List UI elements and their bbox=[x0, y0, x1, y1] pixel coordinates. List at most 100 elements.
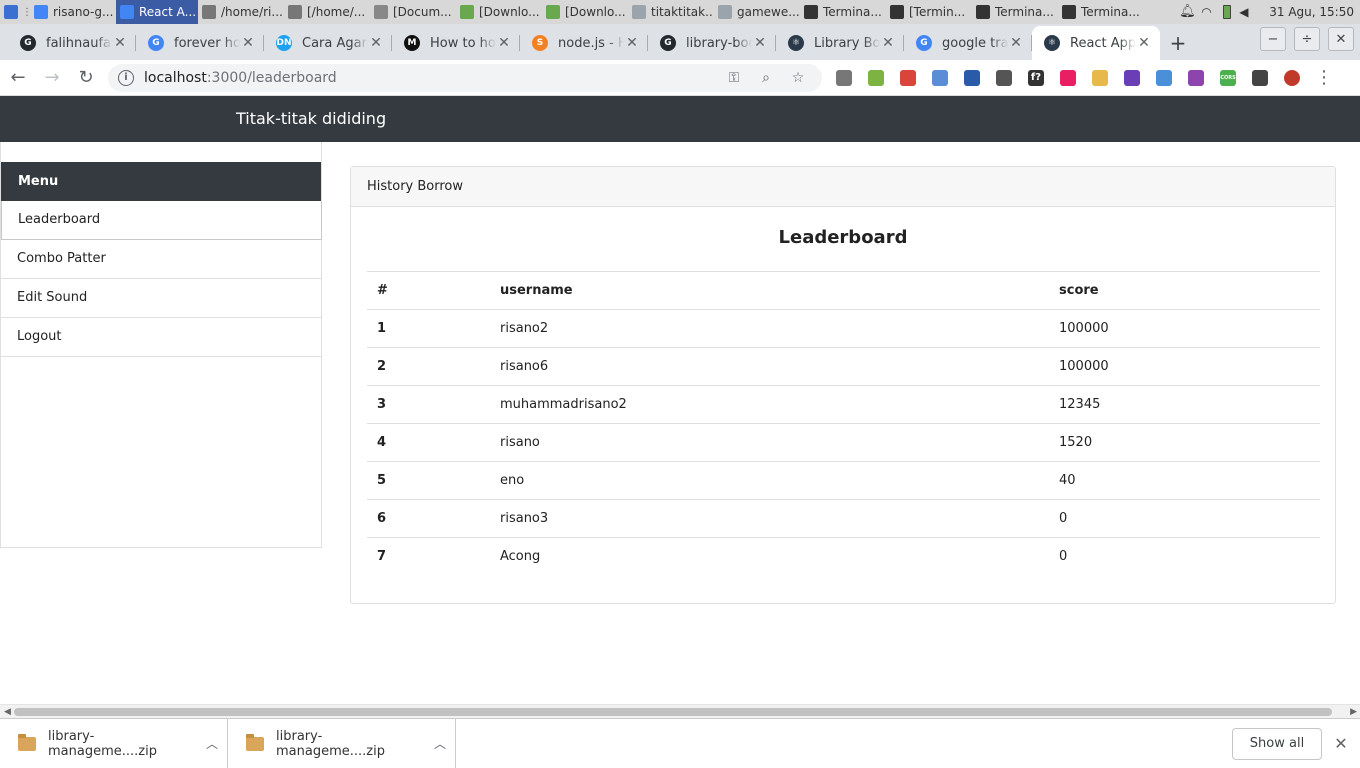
crosshair-extension-icon[interactable] bbox=[988, 64, 1020, 92]
url-text[interactable]: localhost:3000/leaderboard bbox=[144, 70, 718, 86]
tab-close-icon[interactable]: ✕ bbox=[624, 35, 640, 51]
profile-avatar-icon[interactable] bbox=[1276, 64, 1308, 92]
browser-tab[interactable]: Snode.js - Ho✕ bbox=[520, 26, 648, 60]
horizontal-scrollbar[interactable]: ◀ ▶ bbox=[0, 704, 1360, 718]
table-row: 5 eno 40 bbox=[367, 461, 1320, 500]
column-header-rank: # bbox=[367, 271, 490, 310]
taskbar-window-item[interactable]: [/home/... bbox=[284, 0, 370, 24]
browser-tab[interactable]: ⚛ React App ✕ bbox=[1032, 26, 1160, 60]
scroll-left-arrow-icon[interactable]: ◀ bbox=[4, 707, 11, 717]
site-info-icon[interactable]: i bbox=[118, 69, 134, 86]
browser-tab[interactable]: ⚛ Library Boo✕ bbox=[776, 26, 904, 60]
new-tab-button[interactable]: + bbox=[1160, 26, 1196, 60]
back-button[interactable]: ← bbox=[2, 62, 34, 94]
sidebar-item-leaderboard[interactable]: Leaderboard bbox=[1, 201, 322, 240]
minimize-button[interactable]: − bbox=[1260, 27, 1286, 51]
colorpicker-extension-icon[interactable] bbox=[1052, 64, 1084, 92]
app-launcher-icon[interactable] bbox=[0, 0, 22, 24]
browser-tab[interactable]: Glibrary-book✕ bbox=[648, 26, 776, 60]
sidebar-item-edit-sound[interactable]: Edit Sound bbox=[1, 279, 321, 318]
cube-extension-icon[interactable] bbox=[1116, 64, 1148, 92]
download-extension-icon[interactable] bbox=[860, 64, 892, 92]
taskbar-window-item[interactable]: Termina... bbox=[800, 0, 886, 24]
clock[interactable]: 31 Agu, 15:50 bbox=[1269, 5, 1354, 19]
browser-tab[interactable]: M How to host✕ bbox=[392, 26, 520, 60]
circle-extension-icon[interactable] bbox=[1180, 64, 1212, 92]
wifi-icon[interactable]: ◠ bbox=[1201, 5, 1215, 19]
grid-extension-icon[interactable] bbox=[956, 64, 988, 92]
taskbar-window-item[interactable]: Termina... bbox=[972, 0, 1058, 24]
red-extension-icon[interactable] bbox=[892, 64, 924, 92]
key-icon[interactable]: ⚿ bbox=[718, 70, 750, 86]
tab-title: falihnaufal1 bbox=[46, 35, 112, 51]
restore-button[interactable]: ÷ bbox=[1294, 27, 1320, 51]
rank-cell: 7 bbox=[367, 537, 490, 576]
forward-button[interactable]: → bbox=[36, 62, 68, 94]
username-cell: risano2 bbox=[490, 309, 1049, 348]
react-icon: ⚛ bbox=[788, 35, 804, 51]
tab-close-icon[interactable]: ✕ bbox=[880, 35, 896, 51]
browser-tab[interactable]: Gforever host✕ bbox=[136, 26, 264, 60]
terminal-icon bbox=[976, 5, 990, 19]
browser-tab[interactable]: Gfalihnaufal1✕ bbox=[8, 26, 136, 60]
tab-close-icon[interactable]: ✕ bbox=[496, 35, 512, 51]
tab-close-icon[interactable]: ✕ bbox=[240, 35, 256, 51]
taskbar-window-label: [Downlo... bbox=[565, 5, 626, 19]
formula-extension-icon[interactable]: f? bbox=[1020, 64, 1052, 92]
taskbar-window-item[interactable]: [Docum... bbox=[370, 0, 456, 24]
browser-tab[interactable]: Ggoogle tran✕ bbox=[904, 26, 1032, 60]
scrollbar-thumb[interactable] bbox=[14, 708, 1332, 716]
tab-close-icon[interactable]: ✕ bbox=[368, 35, 384, 51]
note-extension-icon[interactable] bbox=[1084, 64, 1116, 92]
close-window-button[interactable]: ✕ bbox=[1328, 27, 1354, 51]
score-cell: 100000 bbox=[1049, 347, 1320, 386]
sidebar-heading: Menu bbox=[1, 162, 321, 201]
column-header-username: username bbox=[490, 271, 1049, 310]
taskbar-window-item[interactable]: React A... bbox=[116, 0, 198, 24]
page-title: Leaderboard bbox=[778, 227, 908, 248]
download-item[interactable]: library-manageme....zip ︿ bbox=[0, 718, 228, 768]
download-item[interactable]: library-manageme....zip ︿ bbox=[228, 718, 456, 768]
browser-menu-icon[interactable]: ⋮ bbox=[1312, 67, 1336, 88]
sidebar-item-logout[interactable]: Logout bbox=[1, 318, 321, 357]
battery-icon[interactable] bbox=[1223, 5, 1232, 19]
text-editor-icon bbox=[202, 5, 216, 19]
globe-extension-icon[interactable] bbox=[1148, 64, 1180, 92]
volume-icon[interactable]: ◀︎ bbox=[1239, 5, 1253, 19]
taskbar-window-item[interactable]: [Downlo... bbox=[542, 0, 628, 24]
chevron-up-icon[interactable]: ︿ bbox=[425, 735, 455, 752]
chevron-up-icon[interactable]: ︿ bbox=[197, 735, 227, 752]
taskbar-window-item[interactable]: [Termin... bbox=[886, 0, 972, 24]
browser-tab[interactable]: DN Cara Agar Se✕ bbox=[264, 26, 392, 60]
taskbar-window-item[interactable]: titaktitak... bbox=[628, 0, 714, 24]
tab-close-icon[interactable]: ✕ bbox=[1136, 35, 1152, 51]
zoom-icon[interactable]: ⌕ bbox=[750, 70, 782, 86]
notification-bell-icon[interactable]: 🔔︎ bbox=[1179, 5, 1196, 19]
taskbar-window-item[interactable]: gamewe... bbox=[714, 0, 800, 24]
app-brand[interactable]: Titak-titak dididing bbox=[236, 109, 386, 128]
address-bar[interactable]: i localhost:3000/leaderboard ⚿ ⌕ ☆ bbox=[108, 63, 822, 92]
medium-icon: M bbox=[404, 35, 420, 51]
tab-close-icon[interactable]: ✕ bbox=[752, 35, 768, 51]
box-extension-icon[interactable] bbox=[1244, 64, 1276, 92]
scroll-right-arrow-icon[interactable]: ▶ bbox=[1350, 707, 1357, 717]
reload-button[interactable]: ↻ bbox=[70, 62, 102, 94]
sidebar-item-combo-patter[interactable]: Combo Patter bbox=[1, 240, 321, 279]
close-shelf-icon[interactable]: ✕ bbox=[1322, 734, 1360, 753]
taskbar-window-item[interactable]: /home/ri... bbox=[198, 0, 284, 24]
show-all-downloads-button[interactable]: Show all bbox=[1232, 727, 1322, 760]
taskbar-window-label: React A... bbox=[139, 5, 197, 19]
taskbar-window-item[interactable]: risano-g... bbox=[30, 0, 116, 24]
taskbar-window-item[interactable]: Termina... bbox=[1058, 0, 1144, 24]
cors-extension-icon[interactable]: CORS bbox=[1212, 64, 1244, 92]
spiral-extension-icon[interactable] bbox=[924, 64, 956, 92]
bookmark-star-icon[interactable]: ☆ bbox=[782, 70, 814, 86]
download-icon bbox=[460, 5, 474, 19]
gear-extension-icon[interactable] bbox=[828, 64, 860, 92]
taskbar-window-item[interactable]: [Downlo... bbox=[456, 0, 542, 24]
tab-close-icon[interactable]: ✕ bbox=[112, 35, 128, 51]
folder-icon bbox=[718, 5, 732, 19]
table-body: 1 risano2 100000 2 risano6 100000 3 muhammadris… bbox=[367, 309, 1320, 576]
tab-close-icon[interactable]: ✕ bbox=[1008, 35, 1024, 51]
terminal-icon bbox=[1062, 5, 1076, 19]
